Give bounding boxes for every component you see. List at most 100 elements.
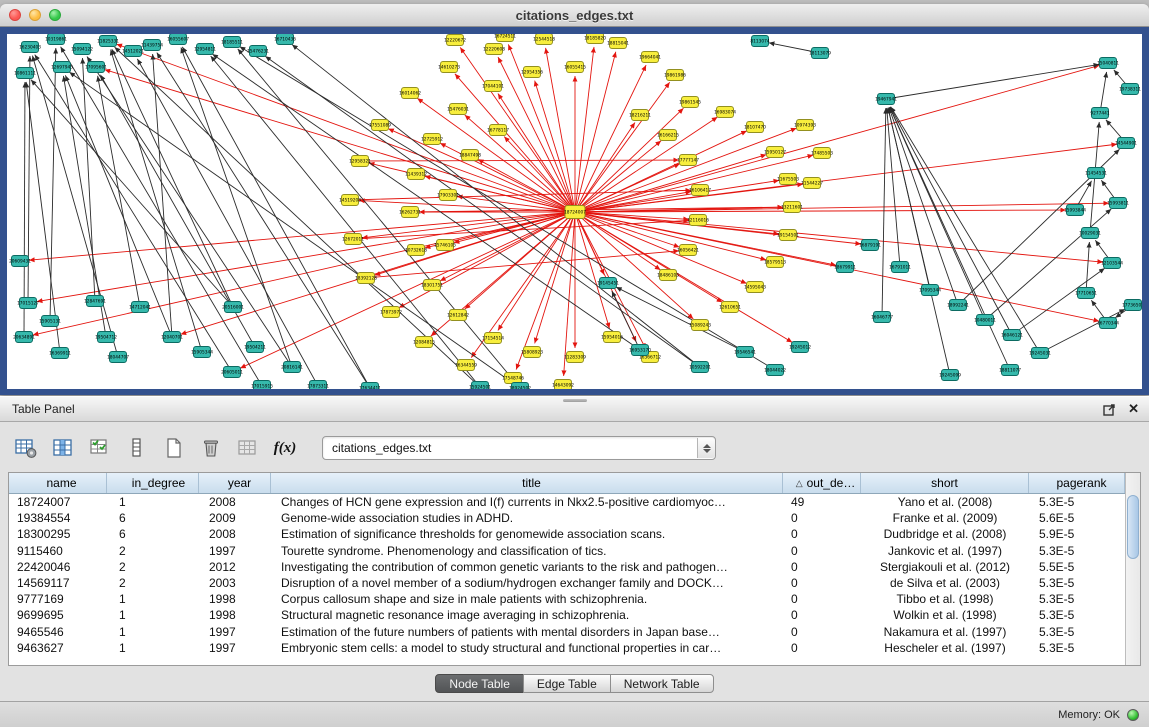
table-row[interactable]: 946554611997Estimation of the future num… <box>9 624 1125 640</box>
graph-node[interactable]: 18044707 <box>107 352 129 363</box>
graph-node[interactable]: 11675503 <box>777 174 799 185</box>
column-header-year[interactable]: year <box>199 473 271 493</box>
tab-node-table[interactable]: Node Table <box>435 674 524 693</box>
graph-node[interactable]: 12544518 <box>533 34 555 45</box>
column-header-short[interactable]: short <box>861 473 1029 493</box>
graph-node[interactable]: 19245031 <box>1029 348 1051 359</box>
table-row[interactable]: 1872400712008Changes of HCN gene express… <box>9 494 1125 510</box>
graph-node[interactable]: 14610273 <box>438 62 460 73</box>
graph-node[interactable]: 10480011 <box>974 315 996 326</box>
graph-node[interactable]: 17551089 <box>369 120 391 131</box>
graph-node[interactable]: 15905131 <box>39 316 61 327</box>
graph-node[interactable]: 11283309 <box>564 352 586 363</box>
graph-node[interactable]: 16344559 <box>455 360 477 371</box>
graph-node[interactable]: 12958321 <box>349 156 371 167</box>
close-window-button[interactable] <box>9 9 21 21</box>
function-builder-button[interactable]: f(x) <box>271 434 299 462</box>
graph-node[interactable]: 18392128 <box>355 273 377 284</box>
graph-node[interactable]: 14519208 <box>339 195 361 206</box>
graph-node[interactable]: 18185511 <box>221 37 243 48</box>
graph-node[interactable]: 12954811 <box>194 44 216 55</box>
graph-node[interactable]: 19546541 <box>734 347 756 358</box>
graph-node[interactable]: 14544901 <box>1115 138 1137 149</box>
graph-node[interactable]: 11439754 <box>141 40 163 51</box>
graph-node[interactable]: 11439312 <box>405 169 427 180</box>
graph-node[interactable]: 16046121 <box>1001 330 1023 341</box>
graph-node[interactable]: 18847498 <box>459 150 481 161</box>
column-header-out_degree[interactable]: △out_de… <box>783 473 861 493</box>
graph-node[interactable]: 16056421 <box>677 245 699 256</box>
graph-node[interactable]: 10861111 <box>14 68 36 79</box>
column-header-name[interactable]: name <box>9 473 107 493</box>
graph-node[interactable]: 15954016 <box>601 332 623 343</box>
minimize-window-button[interactable] <box>29 9 41 21</box>
graph-node[interactable]: 12084815 <box>413 337 435 348</box>
graph-node[interactable]: 12220672 <box>444 35 466 46</box>
row-options-button[interactable] <box>123 434 151 462</box>
graph-node[interactable]: 16230403 <box>19 42 41 53</box>
graph-node[interactable]: 16791011 <box>889 262 911 273</box>
graph-node[interactable]: 16014062 <box>399 88 421 99</box>
graph-node[interactable]: 18113079 <box>809 48 831 59</box>
graph-node[interactable]: 17154514 <box>482 333 504 344</box>
graph-node[interactable]: 15089243 <box>689 320 711 331</box>
graph-node[interactable]: 12725912 <box>421 134 443 145</box>
import-table-button[interactable] <box>234 434 262 462</box>
zoom-window-button[interactable] <box>49 9 61 21</box>
new-table-button[interactable] <box>160 434 188 462</box>
graph-node[interactable]: 11825331 <box>97 36 119 47</box>
column-header-pagerank[interactable]: pagerank <box>1029 473 1125 493</box>
graph-node[interactable]: 16262731 <box>399 207 421 218</box>
graph-node[interactable]: 16055607 <box>167 34 189 45</box>
graph-node[interactable]: 17777147 <box>677 155 699 166</box>
delete-table-button[interactable] <box>197 434 225 462</box>
graph-node[interactable]: 16983074 <box>714 107 736 118</box>
toggle-columns-button[interactable] <box>49 434 77 462</box>
graph-node[interactable]: 18579513 <box>764 257 786 268</box>
graph-node[interactable]: 10974393 <box>794 120 816 131</box>
graph-node[interactable]: 16778117 <box>487 125 509 136</box>
graph-node[interactable]: 19504211 <box>244 342 266 353</box>
graph-node[interactable]: 20605011 <box>221 367 243 378</box>
graph-node[interactable]: 12954356 <box>521 67 543 78</box>
graph-node[interactable]: 19738311 <box>1119 84 1141 95</box>
graph-node[interactable]: 16770344 <box>1097 318 1119 329</box>
graph-node[interactable]: 17044101 <box>482 81 504 92</box>
graph-node[interactable]: 17873311 <box>307 381 329 390</box>
graph-node[interactable]: 17710651 <box>1075 288 1097 299</box>
graph-node[interactable]: 10319861 <box>45 34 67 45</box>
graph-node[interactable]: 17015915 <box>251 381 273 390</box>
splitter-grip[interactable] <box>563 399 587 402</box>
graph-node[interactable]: 16106417 <box>689 185 711 196</box>
table-row[interactable]: 946362711997Embryonic stem cells: a mode… <box>9 640 1125 656</box>
graph-node[interactable]: 15950127 <box>764 147 786 158</box>
table-selector[interactable]: citations_edges.txt <box>322 436 716 460</box>
graph-node[interactable]: 17903301 <box>437 190 459 201</box>
graph-node[interactable]: 18815041 <box>607 38 629 49</box>
graph-node[interactable]: 18044022 <box>764 365 786 376</box>
column-header-in_degree[interactable]: in_degree <box>107 473 199 493</box>
graph-node[interactable]: 8113074 <box>750 36 769 47</box>
graph-node[interactable]: 15993811 <box>1107 198 1129 209</box>
graph-node[interactable]: 18724007 <box>564 206 586 219</box>
graph-node[interactable]: 13211601 <box>781 202 803 213</box>
graph-node[interactable]: 19145451 <box>597 278 619 289</box>
close-panel-icon[interactable]: ✕ <box>1128 402 1139 416</box>
graph-node[interactable]: 20816141 <box>281 362 303 373</box>
graph-node[interactable]: 16710436 <box>274 34 296 45</box>
graph-node[interactable]: 16879191 <box>859 240 881 251</box>
graph-node[interactable]: 9277441 <box>1090 108 1109 119</box>
graph-node[interactable]: 15746105 <box>434 240 456 251</box>
column-header-title[interactable]: title <box>271 473 783 493</box>
graph-node[interactable]: 10029031 <box>1079 228 1101 239</box>
graph-node[interactable]: 12103544 <box>1101 258 1123 269</box>
table-row[interactable]: 977716911998Corpus callosum shape and si… <box>9 591 1125 607</box>
graph-node[interactable]: 17873972 <box>380 307 402 318</box>
graph-node[interactable]: 19467941 <box>875 94 897 105</box>
graph-node[interactable]: 17736501 <box>1122 300 1142 311</box>
graph-node[interactable]: 12847691 <box>84 296 106 307</box>
network-canvas[interactable]: 1872400716055415129543561704410115476031… <box>7 34 1142 389</box>
graph-node[interactable]: 18486103 <box>657 270 679 281</box>
graph-node[interactable]: 12672011 <box>342 234 364 245</box>
graph-node[interactable]: 19245099 <box>939 370 961 381</box>
